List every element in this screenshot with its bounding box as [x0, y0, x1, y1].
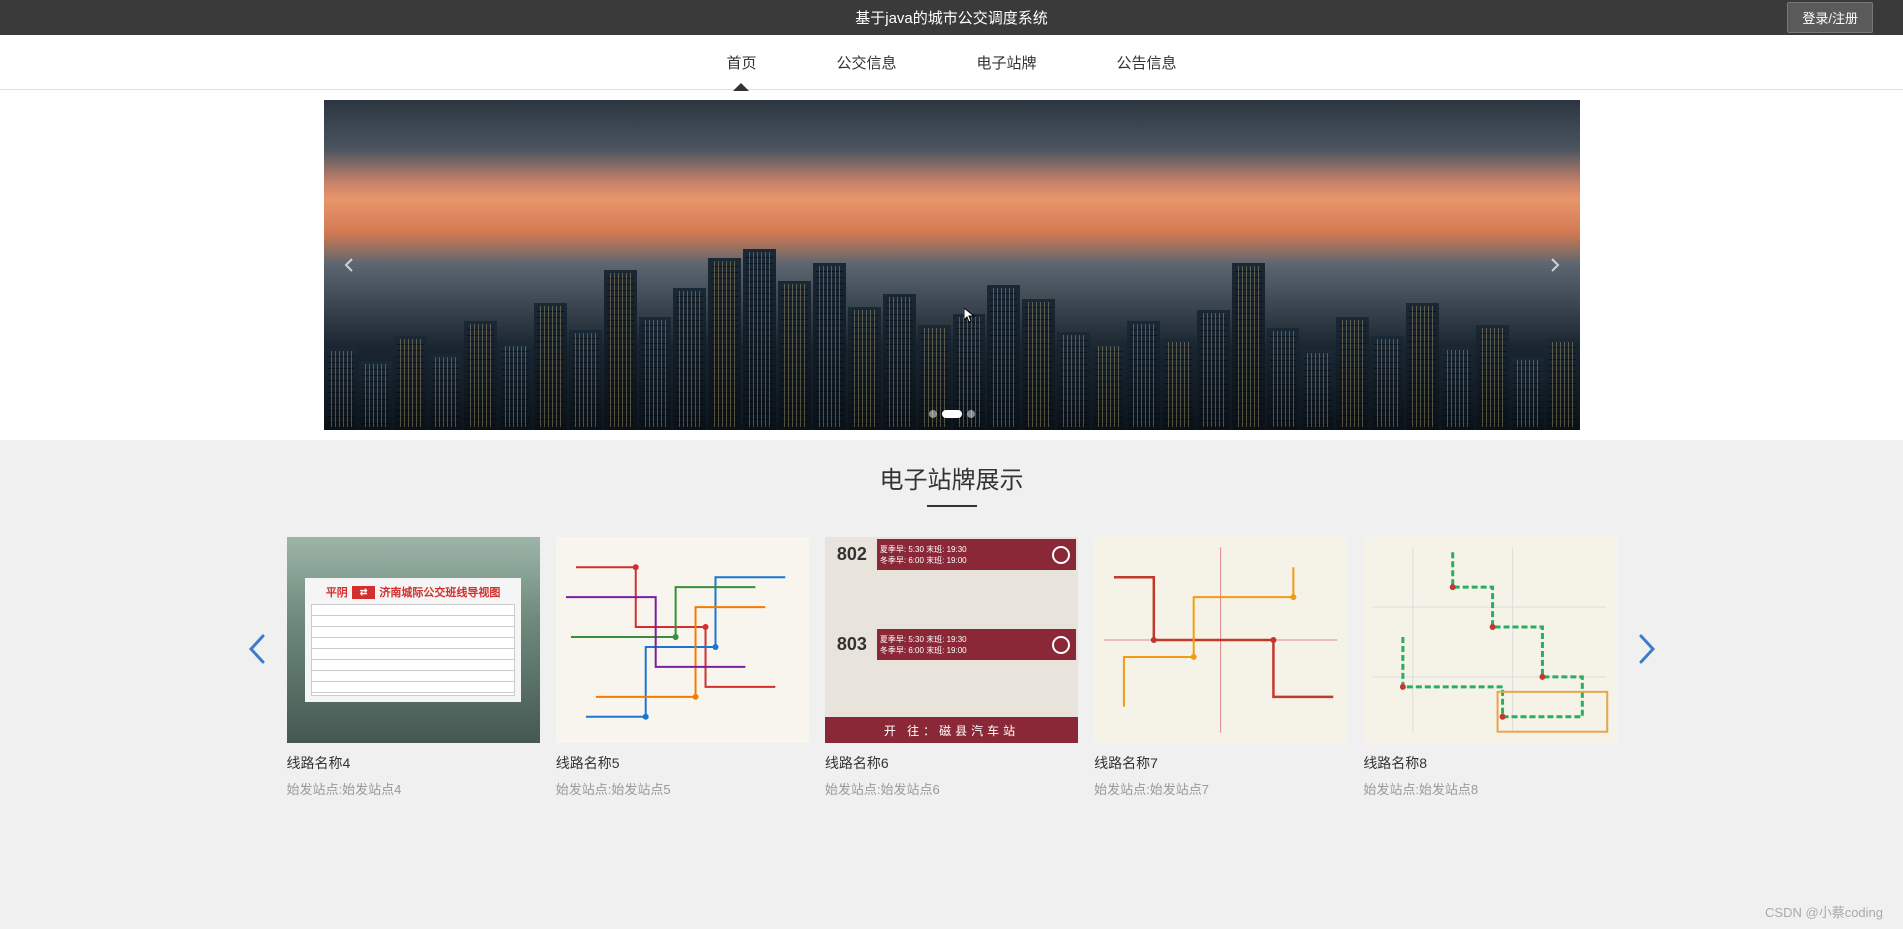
- bus-stops: [825, 572, 1078, 627]
- banner-dot-0[interactable]: [929, 410, 937, 418]
- banner-prev-button[interactable]: [339, 255, 359, 275]
- bus-number: 802: [827, 539, 877, 570]
- route-card-title: 线路名称8: [1363, 753, 1616, 773]
- main-nav: 首页 公交信息 电子站牌 公告信息: [0, 35, 1903, 90]
- login-register-button[interactable]: 登录/注册: [1787, 2, 1873, 33]
- route-card-title: 线路名称5: [556, 753, 809, 773]
- route-card-sub: 始发站点:始发站点6: [825, 779, 1078, 798]
- route-card[interactable]: 802 夏季早: 5:30 末班: 19:30冬季早: 6:00 末班: 19:…: [825, 537, 1078, 798]
- route-card-sub: 始发站点:始发站点8: [1363, 779, 1616, 798]
- nav-station-sign[interactable]: 电子站牌: [937, 35, 1077, 90]
- banner-indicators: [929, 410, 975, 418]
- bus-logo-icon: [1046, 539, 1076, 570]
- route-card[interactable]: 线路名称7 始发站点:始发站点7: [1094, 537, 1347, 798]
- hero-banner: [324, 100, 1580, 430]
- sign-dest: 济南城际公交班线导视图: [379, 584, 500, 600]
- route-card-image: [1363, 537, 1616, 743]
- arrow-icon: ⇄: [352, 586, 376, 599]
- route-card-title: 线路名称7: [1094, 753, 1347, 773]
- cards-list: 平阴 ⇄ 济南城际公交班线导视图 线路名称4 始发站点:始发站点4: [287, 537, 1617, 798]
- bus-logo-icon: [1046, 629, 1076, 660]
- nav-home[interactable]: 首页: [686, 35, 796, 90]
- section-title: 电子站牌展示: [0, 460, 1903, 495]
- route-card-sub: 始发站点:始发站点5: [556, 779, 809, 798]
- bus-schedule: 夏季早: 5:30 末班: 19:30冬季早: 6:00 末班: 19:00: [877, 629, 1046, 660]
- route-card-sub: 始发站点:始发站点4: [287, 779, 540, 798]
- bus-destination: 开 往：磁县汽车站: [825, 717, 1078, 743]
- banner-next-button[interactable]: [1545, 255, 1565, 275]
- app-title: 基于java的城市公交调度系统: [855, 7, 1048, 28]
- cards-prev-button[interactable]: [247, 632, 267, 674]
- route-card-image: [1094, 537, 1347, 743]
- watermark: CSDN @小蔡coding: [1765, 902, 1883, 921]
- banner-image: [324, 100, 1580, 430]
- route-card[interactable]: 平阴 ⇄ 济南城际公交班线导视图 线路名称4 始发站点:始发站点4: [287, 537, 540, 798]
- nav-announcement[interactable]: 公告信息: [1077, 35, 1217, 90]
- route-card-title: 线路名称6: [825, 753, 1078, 773]
- route-card-title: 线路名称4: [287, 753, 540, 773]
- app-header: 基于java的城市公交调度系统 登录/注册: [0, 0, 1903, 35]
- sign-origin: 平阴: [326, 584, 348, 600]
- route-card[interactable]: 线路名称8 始发站点:始发站点8: [1363, 537, 1616, 798]
- bus-stops: [825, 662, 1078, 717]
- city-skyline: [324, 249, 1580, 431]
- route-card-image: 802 夏季早: 5:30 末班: 19:30冬季早: 6:00 末班: 19:…: [825, 537, 1078, 743]
- cards-next-button[interactable]: [1637, 632, 1657, 674]
- banner-container: [0, 90, 1903, 440]
- route-card[interactable]: 线路名称5 始发站点:始发站点5: [556, 537, 809, 798]
- route-card-image: [556, 537, 809, 743]
- cards-carousel: 平阴 ⇄ 济南城际公交班线导视图 线路名称4 始发站点:始发站点4: [227, 537, 1677, 798]
- route-card-sub: 始发站点:始发站点7: [1094, 779, 1347, 798]
- bus-number: 803: [827, 629, 877, 660]
- banner-dot-2[interactable]: [967, 410, 975, 418]
- nav-bus-info[interactable]: 公交信息: [796, 35, 936, 90]
- route-card-image: 平阴 ⇄ 济南城际公交班线导视图: [287, 537, 540, 743]
- section-divider: [927, 505, 977, 507]
- banner-dot-1[interactable]: [942, 410, 962, 418]
- bus-schedule: 夏季早: 5:30 末班: 19:30冬季早: 6:00 末班: 19:00: [877, 539, 1046, 570]
